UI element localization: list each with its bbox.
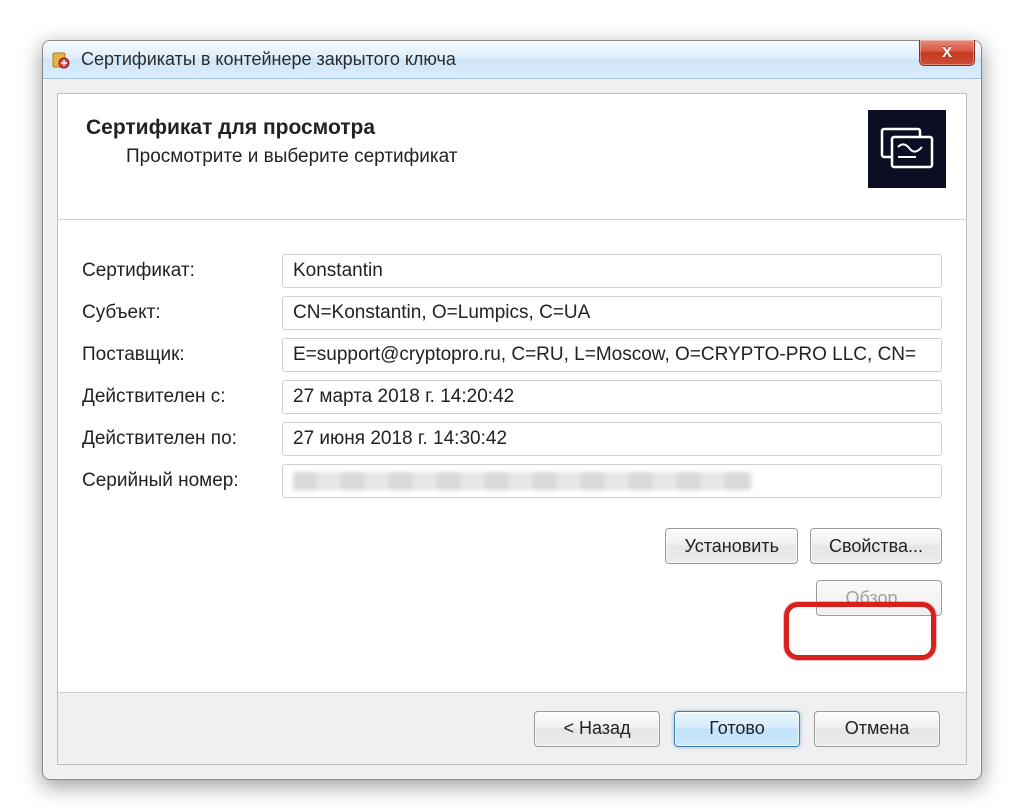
back-button[interactable]: < Назад [534, 711, 660, 747]
field-serial[interactable] [282, 464, 942, 498]
install-button[interactable]: Установить [665, 528, 797, 564]
wizard-header: Сертификат для просмотра Просмотрите и в… [58, 94, 966, 220]
field-subject[interactable]: CN=Konstantin, O=Lumpics, C=UA [282, 296, 942, 330]
row-certificate: Сертификат: Konstantin [82, 254, 942, 288]
label-issuer: Поставщик: [82, 344, 272, 366]
close-button[interactable]: X [919, 40, 975, 66]
wizard-nav-bar: < Назад Готово Отмена [58, 692, 966, 764]
label-valid-to: Действителен по: [82, 428, 272, 450]
certificate-icon [868, 110, 946, 188]
action-buttons: Установить Свойства... [58, 506, 966, 564]
header-title: Сертификат для просмотра [86, 116, 938, 140]
label-subject: Субъект: [82, 302, 272, 324]
browse-row: Обзор... [58, 564, 966, 616]
browse-button: Обзор... [816, 580, 942, 616]
row-valid-from: Действителен с: 27 марта 2018 г. 14:20:4… [82, 380, 942, 414]
certificate-form: Сертификат: Konstantin Субъект: CN=Konst… [58, 220, 966, 498]
field-issuer[interactable]: E=support@cryptopro.ru, C=RU, L=Moscow, … [282, 338, 942, 372]
field-valid-from[interactable]: 27 марта 2018 г. 14:20:42 [282, 380, 942, 414]
app-icon [51, 50, 71, 70]
close-icon: X [942, 44, 952, 61]
dialog-window: Сертификаты в контейнере закрытого ключа… [42, 40, 982, 780]
header-subtitle: Просмотрите и выберите сертификат [126, 146, 938, 168]
properties-button[interactable]: Свойства... [810, 528, 942, 564]
content-panel: Сертификат для просмотра Просмотрите и в… [57, 93, 967, 765]
label-valid-from: Действителен с: [82, 386, 272, 408]
row-issuer: Поставщик: E=support@cryptopro.ru, C=RU,… [82, 338, 942, 372]
serial-redacted [293, 472, 752, 490]
label-certificate: Сертификат: [82, 260, 272, 282]
cancel-button[interactable]: Отмена [814, 711, 940, 747]
label-serial: Серийный номер: [82, 470, 272, 492]
finish-button[interactable]: Готово [674, 711, 800, 747]
row-subject: Субъект: CN=Konstantin, O=Lumpics, C=UA [82, 296, 942, 330]
window-title: Сертификаты в контейнере закрытого ключа [81, 49, 456, 70]
titlebar[interactable]: Сертификаты в контейнере закрытого ключа… [43, 41, 981, 79]
field-certificate[interactable]: Konstantin [282, 254, 942, 288]
field-valid-to[interactable]: 27 июня 2018 г. 14:30:42 [282, 422, 942, 456]
row-serial: Серийный номер: [82, 464, 942, 498]
row-valid-to: Действителен по: 27 июня 2018 г. 14:30:4… [82, 422, 942, 456]
